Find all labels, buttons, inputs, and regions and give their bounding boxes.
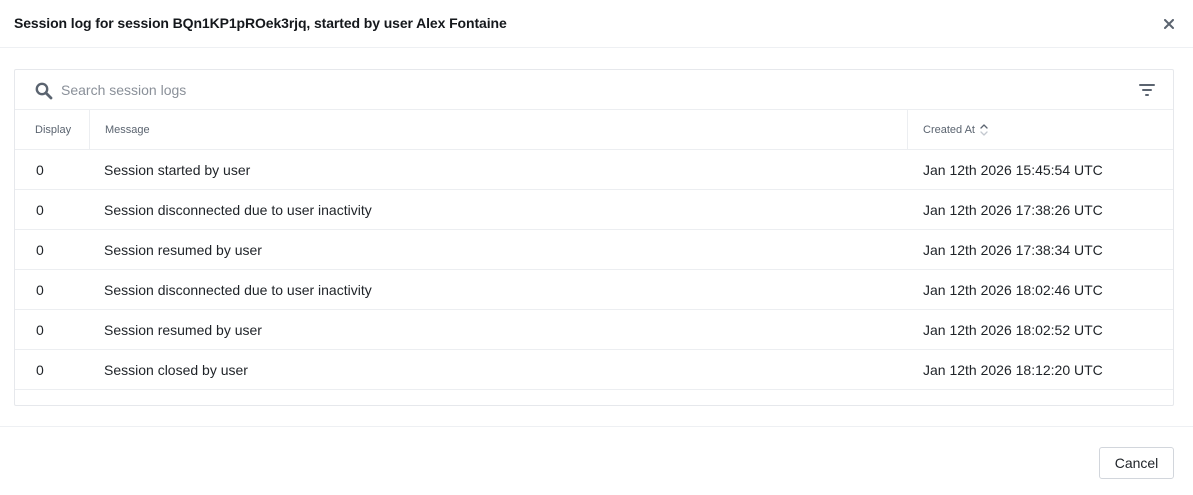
cell-display: 0 — [36, 242, 44, 258]
table-row[interactable]: 0 Session disconnected due to user inact… — [15, 190, 1173, 230]
cell-message: Session resumed by user — [104, 242, 262, 258]
cell-message: Session started by user — [104, 162, 251, 178]
table-row[interactable]: 0 Session disconnected due to user inact… — [15, 270, 1173, 310]
cell-created-at: Jan 12th 2026 18:02:46 UTC — [923, 282, 1103, 298]
session-log-dialog: Session log for session BQn1KP1pROek3rjq… — [0, 0, 1193, 495]
cell-display: 0 — [36, 202, 44, 218]
sort-icon[interactable] — [980, 123, 988, 137]
cell-message: Session disconnected due to user inactiv… — [104, 282, 372, 298]
cancel-button[interactable]: Cancel — [1099, 447, 1174, 479]
cell-message: Session closed by user — [104, 362, 248, 378]
cell-created-at: Jan 12th 2026 15:45:54 UTC — [923, 162, 1103, 178]
table-header: Display Message Created At — [15, 110, 1173, 150]
table-row[interactable]: 0 Session resumed by user Jan 12th 2026 … — [15, 310, 1173, 350]
dialog-header: Session log for session BQn1KP1pROek3rjq… — [0, 0, 1193, 48]
cell-message: Session disconnected due to user inactiv… — [104, 202, 372, 218]
dialog-footer: Cancel — [0, 426, 1193, 495]
search-icon — [35, 82, 53, 100]
table-body: 0 Session started by user Jan 12th 2026 … — [15, 150, 1173, 390]
table-row[interactable]: 0 Session started by user Jan 12th 2026 … — [15, 150, 1173, 190]
column-header-created-at-label: Created At — [923, 124, 975, 136]
search-input[interactable] — [61, 78, 1101, 102]
column-header-created-at[interactable]: Created At — [908, 110, 1173, 150]
cell-message: Session resumed by user — [104, 322, 262, 338]
cell-display: 0 — [36, 362, 44, 378]
column-header-message[interactable]: Message — [90, 110, 908, 150]
close-icon — [1164, 19, 1174, 29]
cell-created-at: Jan 12th 2026 17:38:26 UTC — [923, 202, 1103, 218]
cell-display: 0 — [36, 322, 44, 338]
table-row[interactable]: 0 Session closed by user Jan 12th 2026 1… — [15, 350, 1173, 390]
cell-created-at: Jan 12th 2026 18:12:20 UTC — [923, 362, 1103, 378]
close-button[interactable] — [1159, 14, 1179, 34]
cell-created-at: Jan 12th 2026 18:02:52 UTC — [923, 322, 1103, 338]
search-bar — [15, 70, 1173, 110]
dialog-title: Session log for session BQn1KP1pROek3rjq… — [14, 15, 507, 31]
table-row[interactable]: 0 Session resumed by user Jan 12th 2026 … — [15, 230, 1173, 270]
cell-created-at: Jan 12th 2026 17:38:34 UTC — [923, 242, 1103, 258]
filter-icon[interactable] — [1138, 82, 1156, 98]
column-header-display[interactable]: Display — [15, 110, 90, 150]
session-log-panel: Display Message Created At 0 Session sta… — [14, 69, 1174, 406]
cell-display: 0 — [36, 282, 44, 298]
cell-display: 0 — [36, 162, 44, 178]
